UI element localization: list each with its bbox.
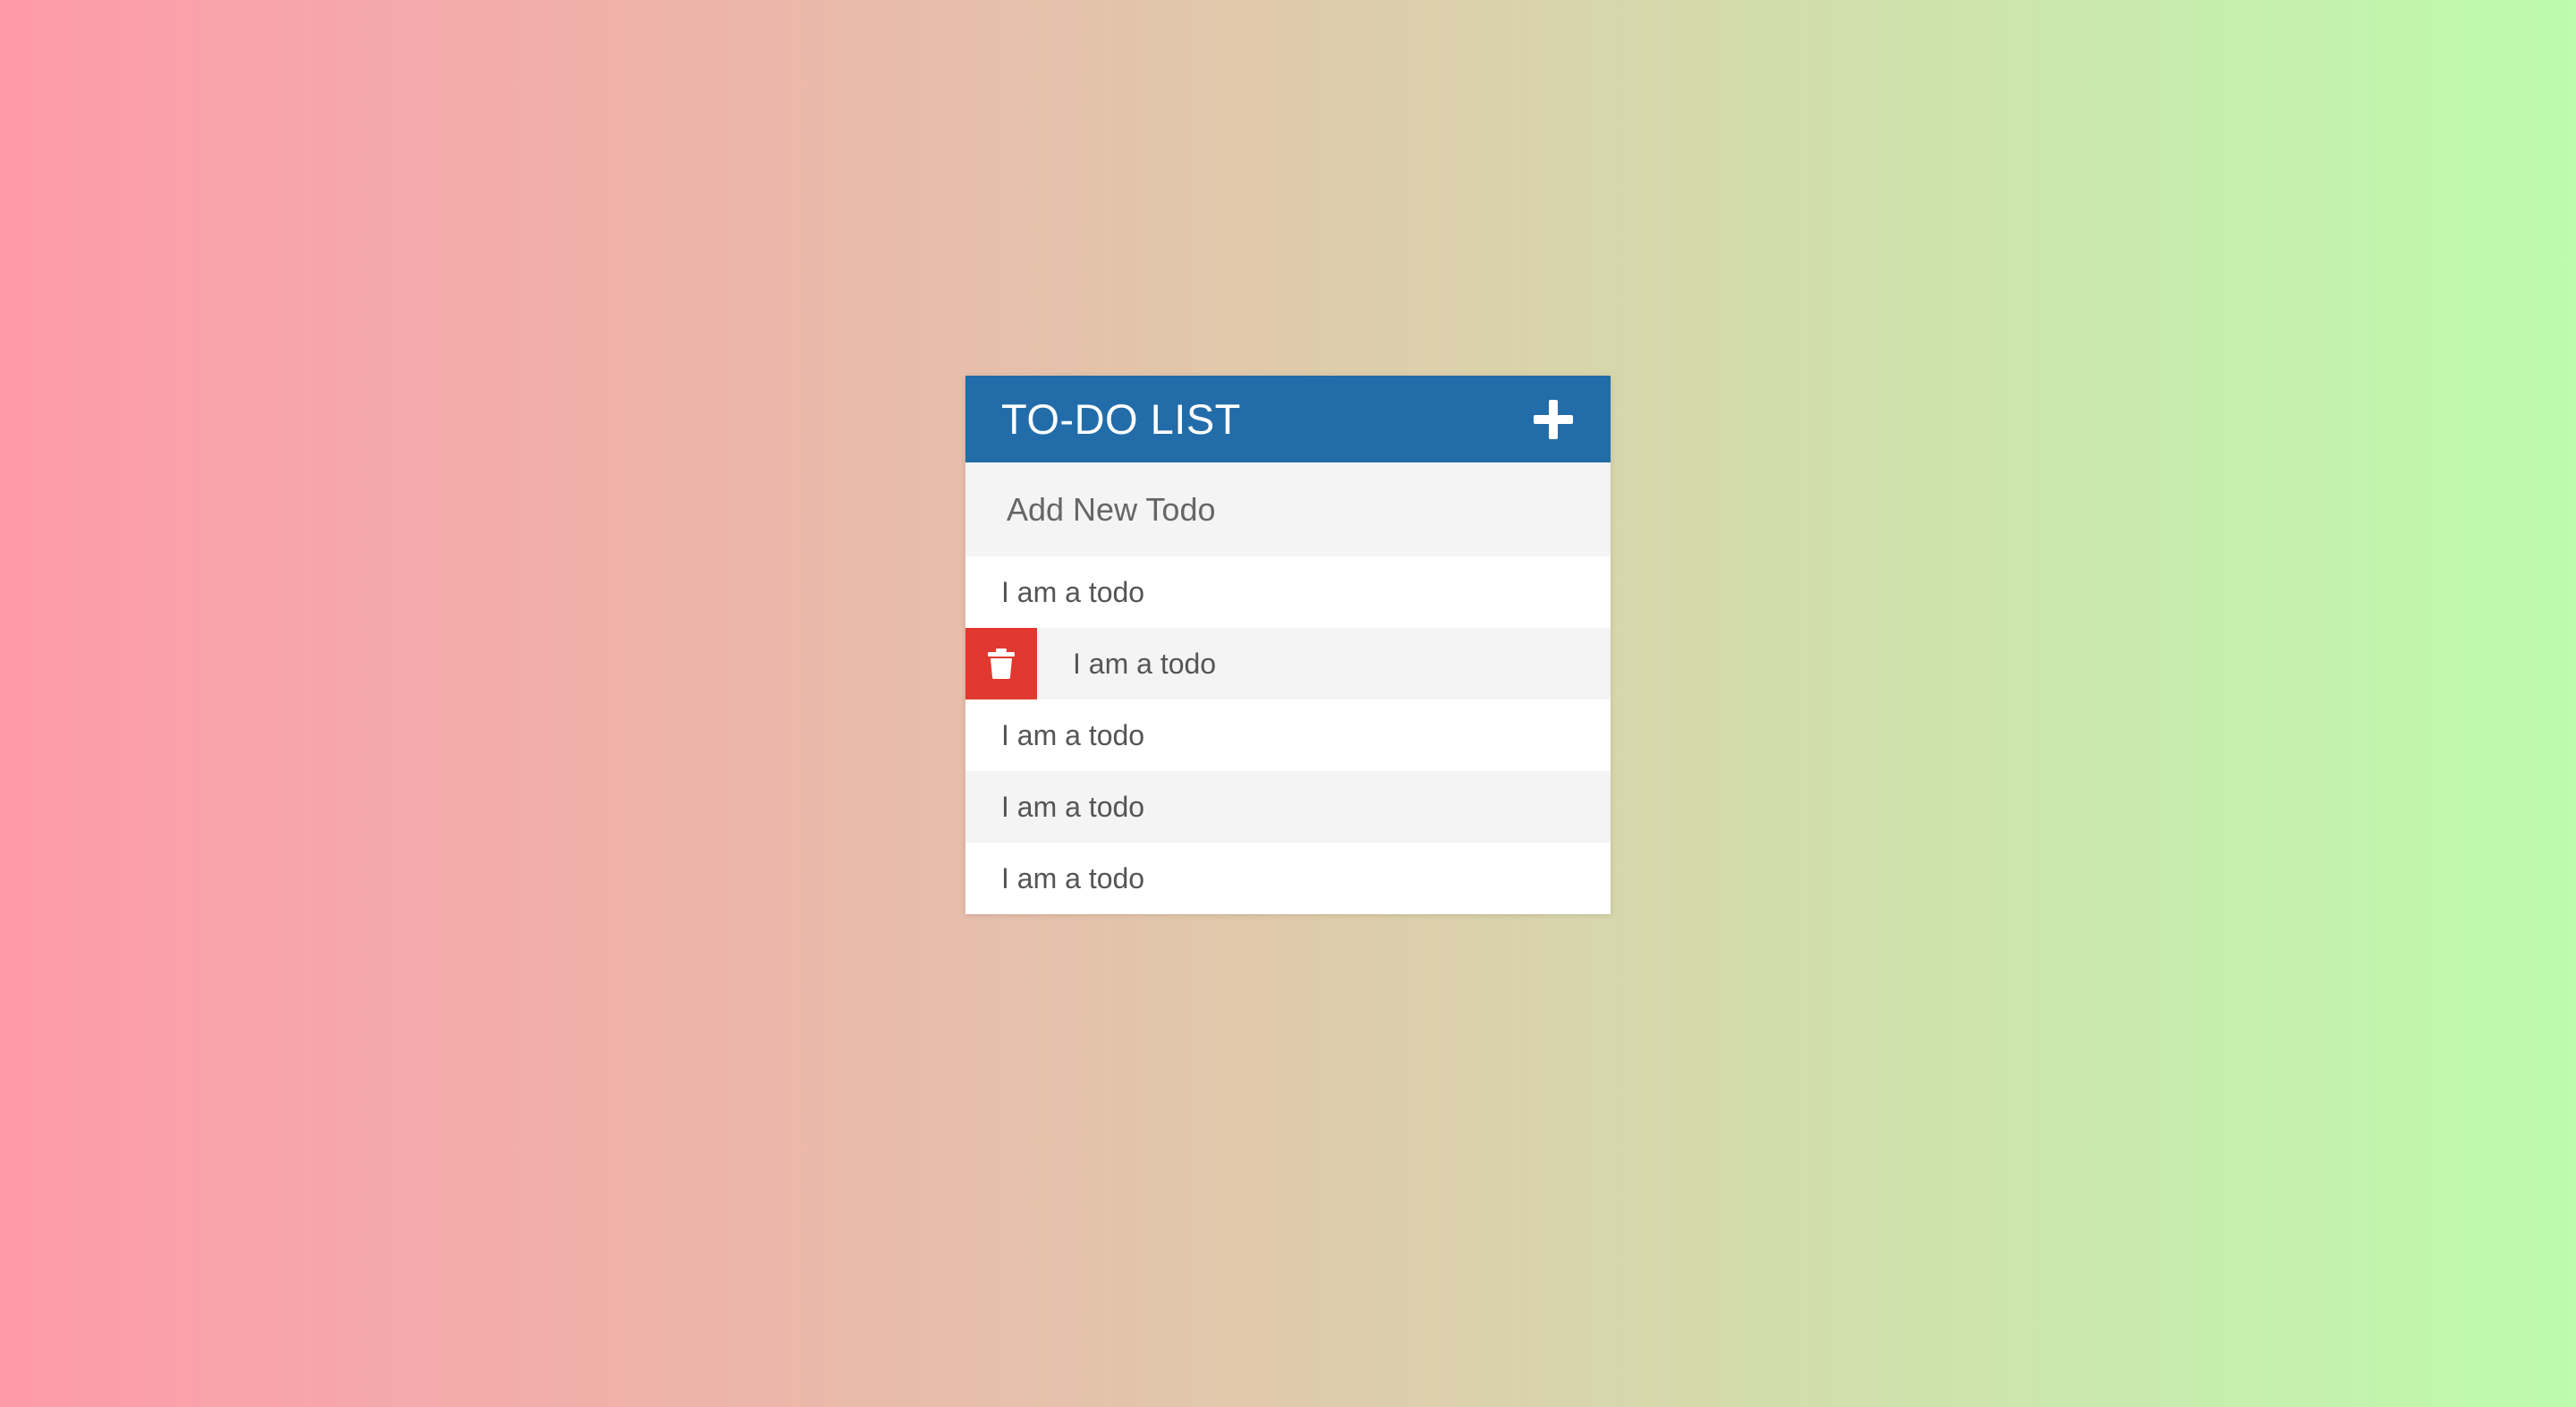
todo-item[interactable]: I am a todo <box>965 699 1611 771</box>
todo-item[interactable]: I am a todo <box>965 843 1611 914</box>
todo-text: I am a todo <box>1001 718 1145 751</box>
todo-item[interactable]: I am a todo <box>965 556 1611 628</box>
todo-card: TO-DO LIST I am a todo I am a <box>965 376 1611 914</box>
todo-text: I am a todo <box>1001 861 1145 894</box>
todo-text: I am a todo <box>1001 790 1145 823</box>
new-todo-input[interactable] <box>965 462 1611 556</box>
todo-list: I am a todo I am a todo I am a todo I am… <box>965 556 1611 914</box>
todo-text: I am a todo <box>1001 575 1145 608</box>
todo-text: I am a todo <box>1073 647 1217 680</box>
todo-item[interactable]: I am a todo <box>965 771 1611 843</box>
plus-icon[interactable] <box>1532 398 1575 441</box>
delete-button[interactable] <box>965 628 1037 699</box>
trash-icon <box>988 648 1015 679</box>
page-title: TO-DO LIST <box>1001 395 1241 443</box>
todo-header: TO-DO LIST <box>965 376 1611 462</box>
todo-item[interactable]: I am a todo <box>965 628 1611 699</box>
